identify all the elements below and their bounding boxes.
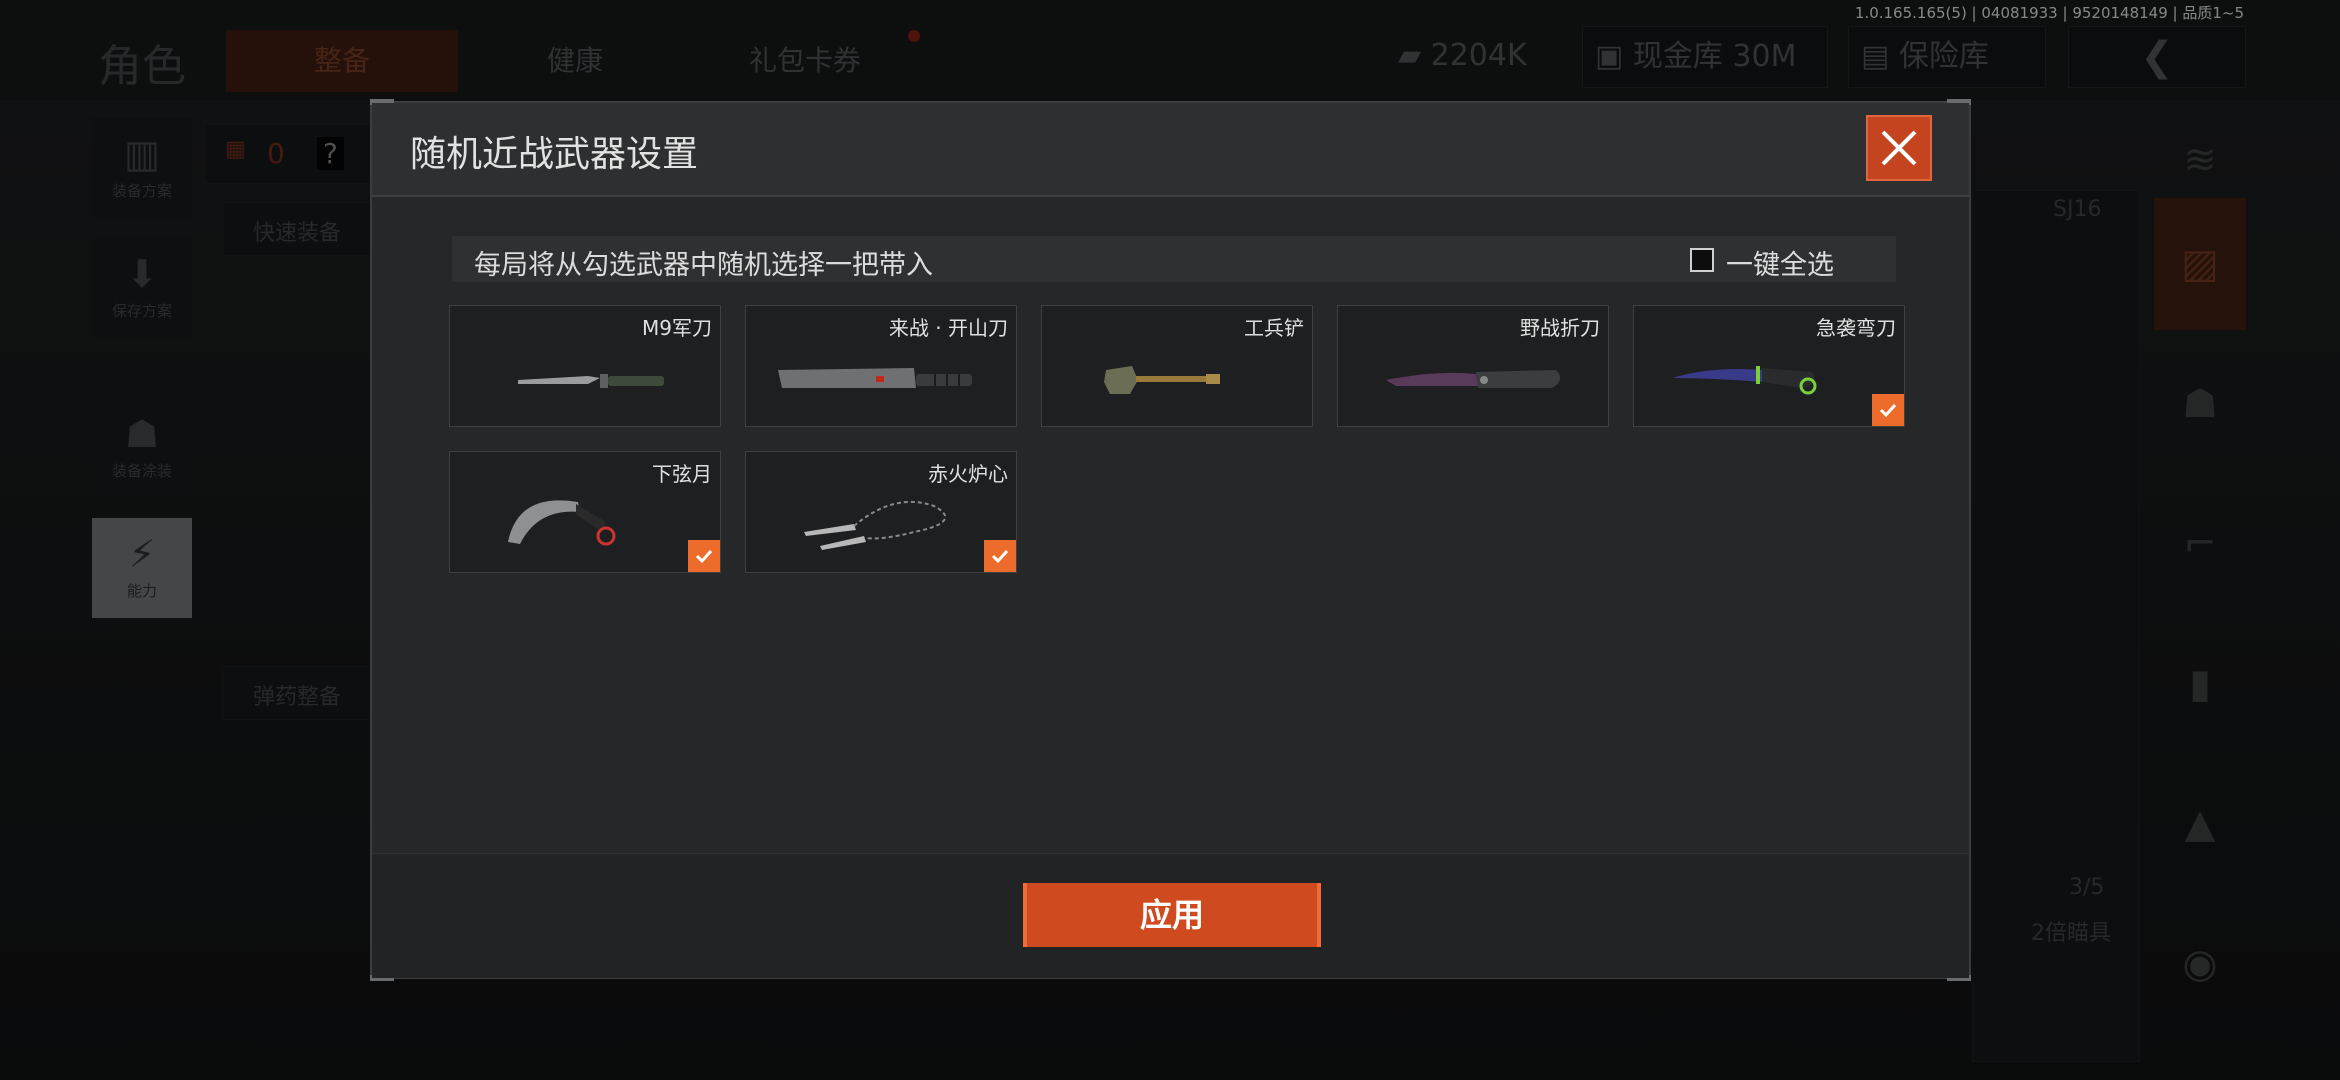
close-button[interactable]: [1866, 115, 1932, 181]
select-all-label[interactable]: 一键全选: [1726, 243, 1834, 282]
weapon-card-fire-heart[interactable]: 赤火炉心: [745, 451, 1017, 573]
instruction-bar: 每局将从勾选武器中随机选择一把带入 一键全选: [452, 236, 1896, 282]
shovel-icon: [1104, 366, 1220, 394]
random-melee-dialog: 随机近战武器设置 每局将从勾选武器中随机选择一把带入 一键全选 M9军刀 来战 …: [370, 99, 1971, 981]
weapon-card-shovel[interactable]: 工兵铲: [1041, 305, 1313, 427]
select-all-checkbox[interactable]: [1690, 248, 1714, 272]
m9-knife-icon: [518, 374, 664, 388]
dialog-header: 随机近战武器设置: [372, 103, 1969, 197]
check-icon: [695, 549, 713, 564]
weapon-grid: M9军刀 来战 · 开山刀 工兵铲 野战折刀 急袭弯刀 下弦月 赤火炉心: [449, 305, 1905, 605]
instruction-text: 每局将从勾选武器中随机选择一把带入: [474, 250, 933, 281]
folding-knife-icon: [1386, 370, 1561, 388]
machete-icon: [778, 368, 972, 388]
dialog-title: 随机近战武器设置: [410, 134, 699, 175]
karambit-icon: [508, 500, 616, 546]
check-icon: [1879, 403, 1897, 418]
weapon-card-raid-sickle[interactable]: 急袭弯刀: [1633, 305, 1905, 427]
weapon-card-folding-knife[interactable]: 野战折刀: [1337, 305, 1609, 427]
curved-knife-icon: [1672, 366, 1817, 395]
checked-indicator: [984, 540, 1016, 572]
chain-dart-icon: [804, 500, 947, 550]
close-icon: [1881, 130, 1917, 166]
checked-indicator: [1872, 394, 1904, 426]
weapon-card-m9[interactable]: M9军刀: [449, 305, 721, 427]
checked-indicator: [688, 540, 720, 572]
weapon-card-machete[interactable]: 来战 · 开山刀: [745, 305, 1017, 427]
apply-button[interactable]: 应用: [1023, 883, 1321, 947]
weapon-card-crescent[interactable]: 下弦月: [449, 451, 721, 573]
check-icon: [991, 549, 1009, 564]
